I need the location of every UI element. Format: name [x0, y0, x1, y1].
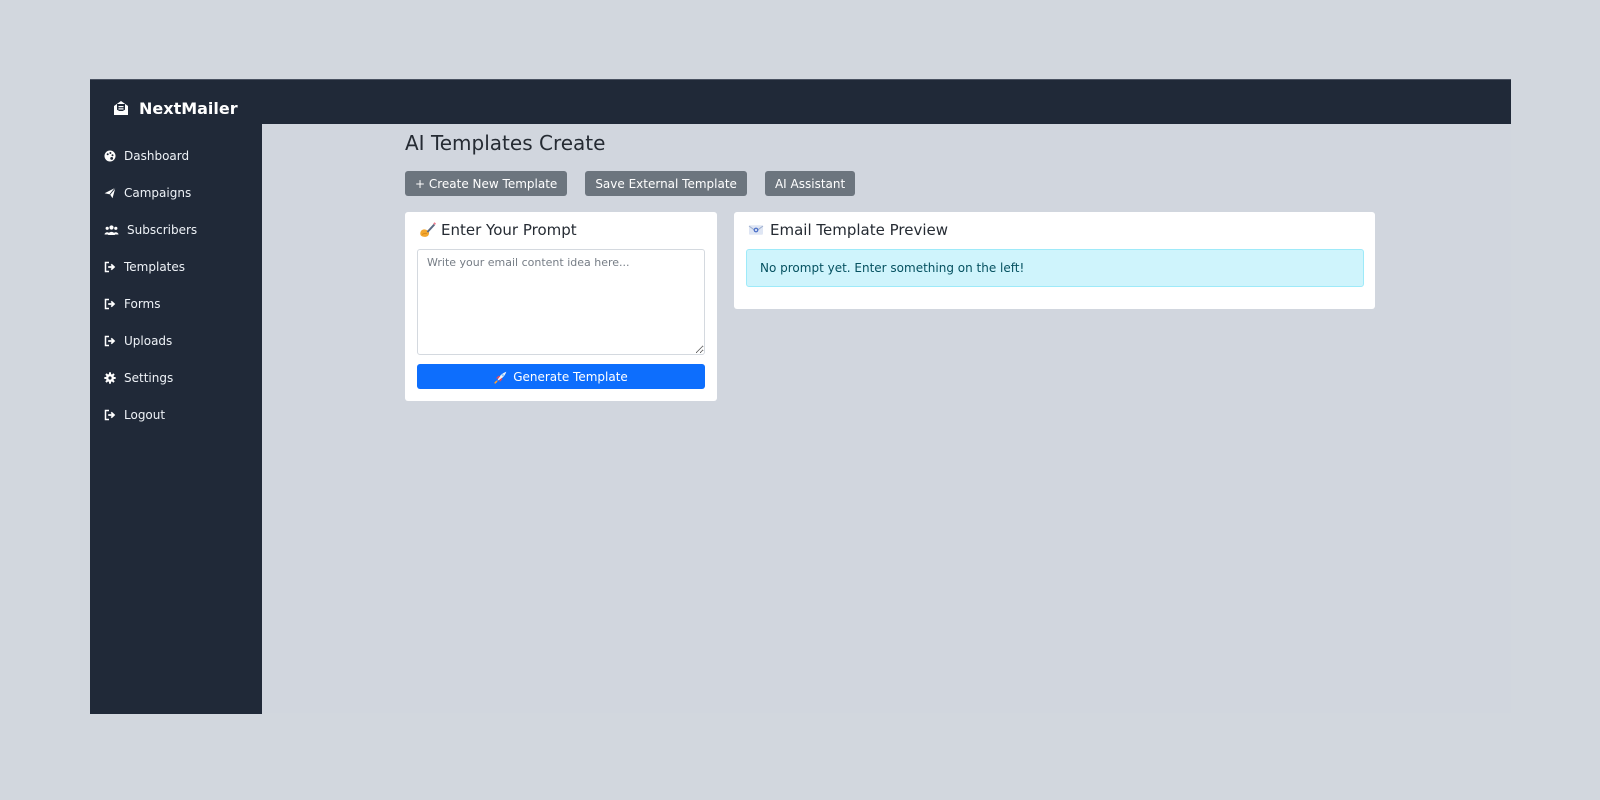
preview-card: Email Template Preview No prompt yet. En… — [734, 212, 1375, 309]
create-new-template-button[interactable]: + Create New Template — [405, 171, 568, 196]
sidebar-item-label: Dashboard — [124, 148, 190, 163]
ai-assistant-button[interactable]: AI Assistant — [764, 171, 856, 196]
prompt-card: Enter Your Prompt Generate Template — [405, 212, 717, 401]
sidebar-item-templates[interactable]: Templates — [90, 248, 262, 285]
sidebar-item-settings[interactable]: Settings — [90, 359, 262, 396]
sidebar-item-label: Uploads — [124, 333, 173, 348]
prompt-textarea[interactable] — [417, 249, 705, 355]
app-window: NextMailer Dashboard Campaigns Subscribe… — [90, 79, 1511, 714]
sign-out-icon — [104, 261, 116, 273]
sidebar-item-label: Templates — [124, 259, 186, 274]
rocket-icon — [494, 370, 508, 384]
sidebar-item-dashboard[interactable]: Dashboard — [90, 137, 262, 174]
envelope-icon — [747, 221, 765, 239]
sidebar-nav: Dashboard Campaigns Subscribers Template… — [90, 137, 262, 433]
brand[interactable]: NextMailer — [112, 97, 238, 119]
writing-hand-icon — [418, 221, 436, 239]
preview-empty-alert: No prompt yet. Enter something on the le… — [746, 249, 1364, 287]
brand-name: NextMailer — [139, 98, 238, 118]
preview-card-title-text: Email Template Preview — [770, 221, 948, 239]
sidebar-item-uploads[interactable]: Uploads — [90, 322, 262, 359]
sign-out-icon — [104, 298, 116, 310]
prompt-card-title: Enter Your Prompt — [418, 221, 577, 239]
sign-out-icon — [104, 409, 116, 421]
sidebar-item-label: Logout — [124, 407, 166, 422]
sidebar-item-subscribers[interactable]: Subscribers — [90, 211, 262, 248]
prompt-card-title-text: Enter Your Prompt — [441, 221, 577, 239]
save-external-template-button[interactable]: Save External Template — [585, 171, 747, 196]
paper-plane-icon — [104, 187, 116, 199]
generate-template-label: Generate Template — [513, 369, 628, 384]
preview-card-title: Email Template Preview — [747, 221, 948, 239]
generate-template-button[interactable]: Generate Template — [417, 364, 705, 389]
top-navbar — [90, 80, 1511, 124]
page-title: AI Templates Create — [405, 131, 606, 155]
sidebar-item-label: Settings — [124, 370, 174, 385]
sidebar-item-label: Subscribers — [127, 222, 198, 237]
sidebar-item-logout[interactable]: Logout — [90, 396, 262, 433]
sign-out-icon — [104, 335, 116, 347]
users-icon — [104, 224, 119, 236]
sidebar-item-label: Campaigns — [124, 185, 192, 200]
sidebar: NextMailer Dashboard Campaigns Subscribe… — [90, 80, 262, 714]
sidebar-item-campaigns[interactable]: Campaigns — [90, 174, 262, 211]
gear-icon — [104, 371, 116, 384]
main-content: AI Templates Create + Create New Templat… — [262, 124, 1511, 714]
sidebar-item-label: Forms — [124, 296, 161, 311]
envelope-open-icon — [112, 99, 130, 117]
template-toolbar: + Create New Template Save External Temp… — [405, 171, 856, 196]
sidebar-item-forms[interactable]: Forms — [90, 285, 262, 322]
palette-icon — [104, 150, 116, 162]
